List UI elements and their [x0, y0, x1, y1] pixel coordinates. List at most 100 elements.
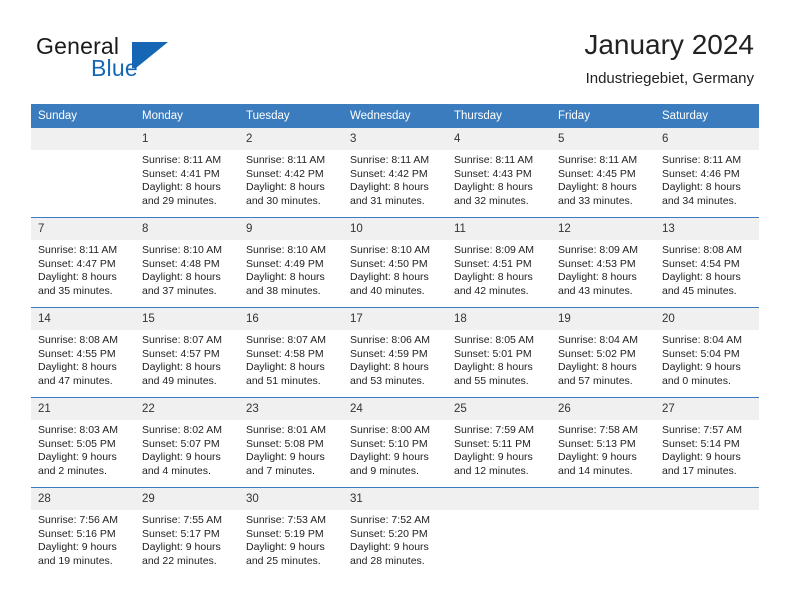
day-number: 13	[655, 218, 759, 240]
calendar-day-cell[interactable]: 22 Sunrise: 8:02 AM Sunset: 5:07 PM Dayligh…	[135, 397, 239, 488]
weekday-header-wednesday: Wednesday	[343, 104, 447, 128]
calendar-day-cell[interactable]: 9 Sunrise: 8:10 AM Sunset: 4:49 PM Daylight…	[239, 217, 343, 308]
sunset-text: Sunset: 4:59 PM	[350, 347, 428, 360]
calendar-day-cell[interactable]: 25 Sunrise: 7:59 AM Sunset: 5:11 PM Dayligh…	[447, 397, 551, 488]
calendar-day-cell[interactable]: 20 Sunrise: 8:04 AM Sunset: 5:04 PM Dayligh…	[655, 307, 759, 398]
calendar-day-cell[interactable]: 6 Sunrise: 8:11 AM Sunset: 4:46 PM Daylight…	[655, 128, 759, 218]
calendar-day-cell[interactable]: 13 Sunrise: 8:08 AM Sunset: 4:54 PM Dayligh…	[655, 217, 759, 308]
calendar-day-cell[interactable]: 31 Sunrise: 7:52 AM Sunset: 5:20 PM Dayligh…	[343, 487, 447, 577]
daylight-text-line2: and 42 minutes.	[454, 284, 529, 297]
daylight-text-line2: and 35 minutes.	[38, 284, 113, 297]
logo-triangle-shape	[136, 42, 168, 68]
calendar-day-cell[interactable]: 24 Sunrise: 8:00 AM Sunset: 5:10 PM Dayligh…	[343, 397, 447, 488]
day-detail: Sunrise: 8:06 AM Sunset: 4:59 PM Daylight:…	[343, 330, 447, 388]
day-number: 20	[655, 308, 759, 330]
day-detail: Sunrise: 8:08 AM Sunset: 4:55 PM Daylight:…	[31, 330, 135, 388]
day-number	[447, 488, 551, 510]
daylight-text-line2: and 4 minutes.	[142, 464, 211, 477]
sunrise-text: Sunrise: 8:07 AM	[246, 334, 326, 346]
sunrise-text: Sunrise: 7:58 AM	[558, 424, 638, 436]
day-number: 7	[31, 218, 135, 240]
calendar-day-cell[interactable]: 17 Sunrise: 8:06 AM Sunset: 4:59 PM Dayligh…	[343, 307, 447, 398]
day-detail: Sunrise: 8:07 AM Sunset: 4:58 PM Daylight:…	[239, 330, 343, 388]
sunset-text: Sunset: 4:46 PM	[662, 167, 740, 180]
calendar-day-cell[interactable]: 28 Sunrise: 7:56 AM Sunset: 5:16 PM Dayligh…	[31, 487, 135, 577]
day-number: 19	[551, 308, 655, 330]
daylight-text-line1: Daylight: 8 hours	[558, 181, 637, 194]
calendar-day-cell[interactable]: 8 Sunrise: 8:10 AM Sunset: 4:48 PM Daylight…	[135, 217, 239, 308]
day-number: 23	[239, 398, 343, 420]
calendar-day-cell[interactable]: 29 Sunrise: 7:55 AM Sunset: 5:17 PM Dayligh…	[135, 487, 239, 577]
daylight-text-line1: Daylight: 9 hours	[662, 451, 741, 464]
calendar-day-cell[interactable]: 5 Sunrise: 8:11 AM Sunset: 4:45 PM Daylight…	[551, 128, 655, 218]
calendar-day-cell[interactable]: 12 Sunrise: 8:09 AM Sunset: 4:53 PM Dayligh…	[551, 217, 655, 308]
calendar-day-cell[interactable]: 14 Sunrise: 8:08 AM Sunset: 4:55 PM Dayligh…	[31, 307, 135, 398]
day-number	[551, 488, 655, 510]
daylight-text-line1: Daylight: 9 hours	[142, 541, 221, 554]
day-number: 16	[239, 308, 343, 330]
daylight-text-line2: and 9 minutes.	[350, 464, 419, 477]
calendar-day-cell[interactable]: 2 Sunrise: 8:11 AM Sunset: 4:42 PM Daylight…	[239, 128, 343, 218]
sunset-text: Sunset: 5:01 PM	[454, 347, 532, 360]
calendar-day-cell[interactable]: 16 Sunrise: 8:07 AM Sunset: 4:58 PM Dayligh…	[239, 307, 343, 398]
sunrise-text: Sunrise: 8:11 AM	[142, 154, 222, 166]
sunrise-text: Sunrise: 8:07 AM	[142, 334, 222, 346]
daylight-text-line1: Daylight: 8 hours	[350, 271, 429, 284]
sunset-text: Sunset: 4:51 PM	[454, 257, 532, 270]
calendar-day-cell[interactable]: 18 Sunrise: 8:05 AM Sunset: 5:01 PM Dayligh…	[447, 307, 551, 398]
day-detail: Sunrise: 7:57 AM Sunset: 5:14 PM Daylight:…	[655, 420, 759, 478]
calendar-day-cell[interactable]: 19 Sunrise: 8:04 AM Sunset: 5:02 PM Dayligh…	[551, 307, 655, 398]
sunrise-text: Sunrise: 8:06 AM	[350, 334, 430, 346]
day-number: 21	[31, 398, 135, 420]
calendar-day-cell[interactable]: 11 Sunrise: 8:09 AM Sunset: 4:51 PM Dayligh…	[447, 217, 551, 308]
day-detail: Sunrise: 8:02 AM Sunset: 5:07 PM Daylight:…	[135, 420, 239, 478]
daylight-text-line1: Daylight: 9 hours	[246, 541, 325, 554]
calendar-day-cell[interactable]: 15 Sunrise: 8:07 AM Sunset: 4:57 PM Dayligh…	[135, 307, 239, 398]
weekday-header-sunday: Sunday	[31, 104, 135, 128]
day-number: 29	[135, 488, 239, 510]
title-block: January 2024 Industriegebiet, Germany	[584, 28, 754, 90]
calendar-day-cell[interactable]: 21 Sunrise: 8:03 AM Sunset: 5:05 PM Dayligh…	[31, 397, 135, 488]
day-detail: Sunrise: 8:09 AM Sunset: 4:51 PM Daylight:…	[447, 240, 551, 298]
calendar-day-cell[interactable]: 4 Sunrise: 8:11 AM Sunset: 4:43 PM Daylight…	[447, 128, 551, 218]
day-detail: Sunrise: 8:09 AM Sunset: 4:53 PM Daylight:…	[551, 240, 655, 298]
day-number: 24	[343, 398, 447, 420]
weekday-header-friday: Friday	[551, 104, 655, 128]
daylight-text-line1: Daylight: 8 hours	[558, 361, 637, 374]
calendar-day-cell[interactable]: 26 Sunrise: 7:58 AM Sunset: 5:13 PM Dayligh…	[551, 397, 655, 488]
daylight-text-line1: Daylight: 9 hours	[662, 361, 741, 374]
calendar-week-row: 14 Sunrise: 8:08 AM Sunset: 4:55 PM Dayligh…	[31, 307, 759, 398]
calendar-day-cell[interactable]: 7 Sunrise: 8:11 AM Sunset: 4:47 PM Daylight…	[31, 217, 135, 308]
daylight-text-line1: Daylight: 8 hours	[454, 181, 533, 194]
calendar-day-cell[interactable]: 30 Sunrise: 7:53 AM Sunset: 5:19 PM Dayligh…	[239, 487, 343, 577]
sunset-text: Sunset: 4:58 PM	[246, 347, 324, 360]
day-number: 5	[551, 128, 655, 150]
sunset-text: Sunset: 5:13 PM	[558, 437, 636, 450]
daylight-text-line1: Daylight: 9 hours	[38, 541, 117, 554]
calendar-day-cell[interactable]: 10 Sunrise: 8:10 AM Sunset: 4:50 PM Dayligh…	[343, 217, 447, 308]
daylight-text-line2: and 32 minutes.	[454, 194, 529, 207]
sunset-text: Sunset: 5:19 PM	[246, 527, 324, 540]
day-detail: Sunrise: 8:11 AM Sunset: 4:43 PM Daylight:…	[447, 150, 551, 208]
page-subtitle: Industriegebiet, Germany	[585, 70, 754, 87]
daylight-text-line1: Daylight: 8 hours	[350, 361, 429, 374]
daylight-text-line2: and 49 minutes.	[142, 374, 217, 387]
calendar-day-cell[interactable]: 23 Sunrise: 8:01 AM Sunset: 5:08 PM Dayligh…	[239, 397, 343, 488]
calendar-day-cell[interactable]: 1 Sunrise: 8:11 AM Sunset: 4:41 PM Daylight…	[135, 128, 239, 218]
daylight-text-line2: and 17 minutes.	[662, 464, 737, 477]
day-number: 17	[343, 308, 447, 330]
weekday-header-tuesday: Tuesday	[239, 104, 343, 128]
daylight-text-line1: Daylight: 8 hours	[558, 271, 637, 284]
daylight-text-line2: and 12 minutes.	[454, 464, 529, 477]
daylight-text-line2: and 2 minutes.	[38, 464, 107, 477]
sunset-text: Sunset: 5:07 PM	[142, 437, 220, 450]
daylight-text-line2: and 31 minutes.	[350, 194, 425, 207]
daylight-text-line2: and 40 minutes.	[350, 284, 425, 297]
day-detail: Sunrise: 7:58 AM Sunset: 5:13 PM Daylight:…	[551, 420, 655, 478]
calendar-day-cell[interactable]: 27 Sunrise: 7:57 AM Sunset: 5:14 PM Dayligh…	[655, 397, 759, 488]
calendar-day-cell[interactable]: 3 Sunrise: 8:11 AM Sunset: 4:42 PM Daylight…	[343, 128, 447, 218]
daylight-text-line2: and 47 minutes.	[38, 374, 113, 387]
day-detail: Sunrise: 8:03 AM Sunset: 5:05 PM Daylight:…	[31, 420, 135, 478]
day-detail: Sunrise: 7:52 AM Sunset: 5:20 PM Daylight:…	[343, 510, 447, 568]
day-number: 1	[135, 128, 239, 150]
